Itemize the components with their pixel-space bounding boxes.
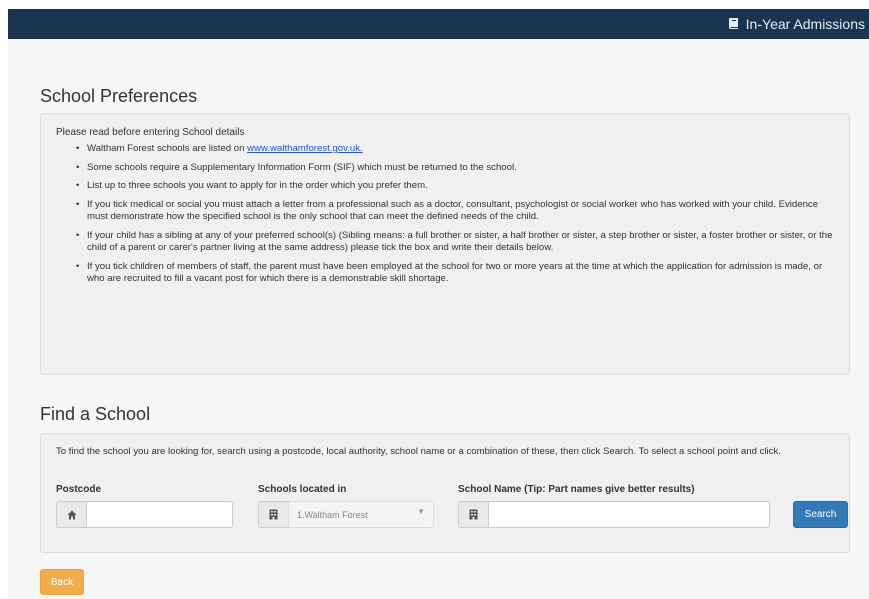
find-school-intro: To find the school you are looking for, … bbox=[56, 446, 781, 457]
top-navbar: In-Year Admissions bbox=[8, 9, 869, 39]
preferences-intro: Please read before entering School detai… bbox=[56, 127, 245, 138]
schools-located-input-group: 1.Waltham Forest ▼ bbox=[258, 501, 434, 528]
list-item: Some schools require a Supplementary Inf… bbox=[76, 162, 841, 175]
list-item: Waltham Forest schools are listed on www… bbox=[76, 143, 841, 156]
book-icon bbox=[728, 15, 746, 33]
list-item: List up to three schools you want to app… bbox=[76, 180, 841, 193]
find-school-heading: Find a School bbox=[40, 404, 151, 424]
navbar-brand[interactable]: In-Year Admissions bbox=[728, 15, 865, 33]
school-name-label: School Name (Tip: Part names give better… bbox=[458, 484, 695, 495]
chevron-down-icon: ▼ bbox=[417, 507, 425, 516]
navbar-title: In-Year Admissions bbox=[745, 16, 865, 32]
school-name-input[interactable] bbox=[488, 501, 770, 528]
back-button[interactable]: Back bbox=[40, 569, 84, 595]
building-icon bbox=[458, 501, 488, 528]
postcode-input-group bbox=[56, 501, 233, 528]
home-icon bbox=[56, 501, 86, 528]
preferences-info-panel: Please read before entering School detai… bbox=[40, 113, 850, 375]
schools-located-select[interactable]: 1.Waltham Forest ▼ bbox=[288, 501, 434, 528]
search-button[interactable]: Search bbox=[793, 501, 848, 528]
list-item: If you tick medical or social you must a… bbox=[76, 199, 841, 224]
postcode-label: Postcode bbox=[56, 484, 102, 495]
page-content: School Preferences Please read before en… bbox=[8, 39, 869, 599]
postcode-input[interactable] bbox=[86, 501, 233, 528]
school-name-input-group bbox=[458, 501, 770, 528]
find-school-panel: To find the school you are looking for, … bbox=[40, 433, 850, 553]
list-item: If you tick children of members of staff… bbox=[76, 261, 841, 286]
bullet-text: Waltham Forest schools are listed on bbox=[87, 143, 248, 154]
list-item: If your child has a sibling at any of yo… bbox=[76, 230, 841, 255]
preferences-bullet-list: Waltham Forest schools are listed on www… bbox=[41, 143, 841, 292]
building-icon bbox=[258, 501, 288, 528]
schools-located-label: Schools located in bbox=[258, 484, 347, 495]
waltham-forest-link[interactable]: www.walthamforest.gov.uk. bbox=[247, 143, 363, 154]
school-preferences-heading: School Preferences bbox=[40, 86, 198, 106]
selected-local-authority: 1.Waltham Forest bbox=[297, 509, 368, 520]
